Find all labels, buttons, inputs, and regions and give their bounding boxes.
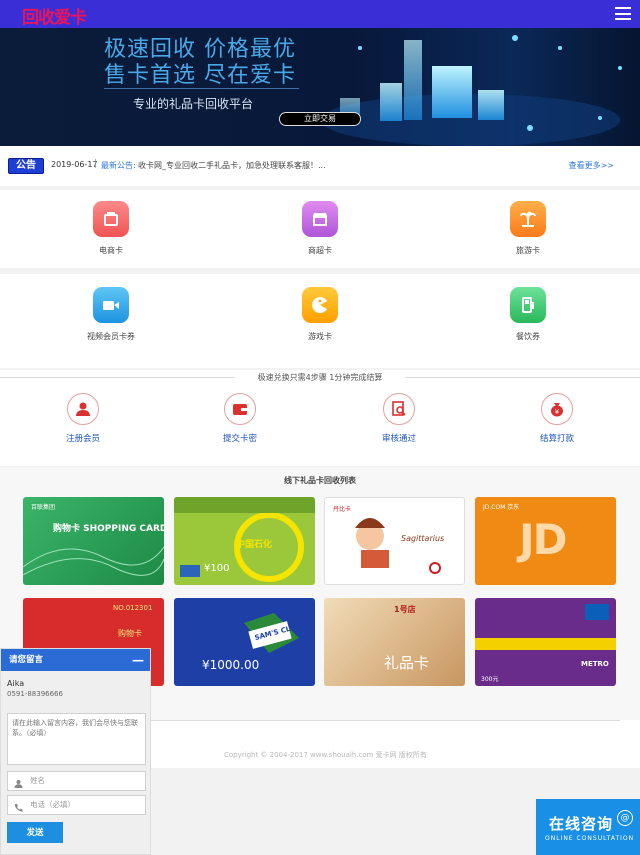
card-brand: JD.COM 京东: [483, 504, 520, 511]
category-label: 餐饮券: [516, 332, 540, 341]
minimize-icon[interactable]: —: [132, 649, 144, 671]
step-label: 注册会员: [65, 434, 100, 444]
category-label: 电商卡: [99, 246, 123, 255]
category-row-1: 电商卡 商超卡 旅游卡: [0, 190, 640, 268]
site-logo[interactable]: 回收爱卡: [22, 3, 87, 28]
banner-headline-2: 售卡首选 尽在爱卡: [104, 63, 296, 88]
top-header: 回收爱卡: [0, 0, 640, 28]
card-name: 中国石化: [236, 540, 273, 550]
store-icon: [302, 201, 338, 237]
category-label: 旅游卡: [516, 246, 540, 255]
chat-icon: @: [617, 810, 633, 826]
step-payout[interactable]: ¥ 结算打款: [517, 393, 597, 444]
consult-title: 在线咨询: [549, 815, 614, 833]
footer-divider: [150, 720, 620, 721]
step-label: 提交卡密: [222, 434, 257, 444]
banner-divider: [104, 88, 299, 89]
card-value: ¥1000.00: [202, 658, 260, 672]
announcement-bar: 公告 2019-06-17 | 最新公告: 收卡网_专业回收二手礼品卡，加急处理…: [0, 146, 640, 186]
card-name: METRO: [581, 660, 609, 668]
card-name: 购物卡: [118, 629, 142, 638]
phone-input[interactable]: 电话（必填）: [7, 795, 146, 815]
cart-icon: [93, 201, 129, 237]
card-name: JD: [519, 515, 567, 564]
hamburger-menu-icon[interactable]: [615, 7, 631, 20]
step-submit-card[interactable]: 提交卡密: [200, 393, 280, 444]
leave-message-title: 请您留言: [9, 655, 44, 665]
fuel-icon: [510, 287, 546, 323]
category-supermarket-card[interactable]: 商超卡: [275, 201, 365, 256]
card-brand: 百联集团: [31, 504, 56, 511]
category-game-card[interactable]: 游戏卡: [275, 287, 365, 342]
card-brand: 丹比卡: [333, 506, 352, 513]
online-consult-button[interactable]: 在线咨询 @ ONLINE CONSULTATION: [536, 799, 640, 855]
wallet-icon: [224, 393, 256, 425]
phone-placeholder: 电话（必填）: [30, 800, 75, 809]
giftcard-bailian[interactable]: 百联集团 购物卡 SHOPPING CARD: [23, 497, 164, 585]
user-icon: [14, 777, 23, 795]
leave-message-header[interactable]: 请您留言 —: [1, 649, 150, 671]
category-row-2: 视频会员卡券 游戏卡 餐饮券: [0, 274, 640, 368]
steps-title: 极速兑换只需4步骤 1分钟完成结算: [257, 373, 383, 382]
notice-separator: |: [94, 159, 98, 169]
card-name: 购物卡 SHOPPING CARD: [53, 524, 164, 534]
giftcard-yhd[interactable]: 1号店 礼品卡: [324, 598, 465, 686]
category-ecommerce-card[interactable]: 电商卡: [66, 201, 156, 256]
step-register[interactable]: 注册会员: [43, 393, 123, 444]
name-input[interactable]: 姓名: [7, 771, 146, 791]
card-value: 300元: [481, 676, 499, 683]
card-brand: 1号店: [394, 605, 416, 614]
giftcard-metro[interactable]: METRO 300元: [475, 598, 616, 686]
giftcard-jd[interactable]: JD.COM 京东 JD: [475, 497, 616, 585]
step-label: 结算打款: [539, 434, 574, 444]
category-travel-card[interactable]: 旅游卡: [483, 201, 573, 256]
view-more-link[interactable]: 查看更多>>: [569, 160, 614, 171]
card-number: NO.012301: [113, 604, 153, 612]
notice-date: 2019-06-17: [51, 160, 98, 169]
pacman-icon: [302, 287, 338, 323]
message-textarea[interactable]: [7, 713, 146, 765]
svg-text:¥: ¥: [555, 408, 560, 416]
giftcard-sams[interactable]: SAM'S CLUB ¥1000.00: [174, 598, 315, 686]
agent-name: Aika: [7, 679, 25, 688]
card-value: ¥100: [204, 563, 230, 574]
step-review[interactable]: 审核通过: [359, 393, 439, 444]
step-label: 审核通过: [381, 434, 416, 444]
leave-message-panel: 请您留言 — Aika 0591-88396666 姓名 电话（必填） 发送: [0, 648, 151, 855]
search-doc-icon: [383, 393, 415, 425]
category-label: 商超卡: [308, 246, 332, 255]
copyright-text: Copyright © 2004-2017 www.shouaih.com 爱卡…: [224, 751, 427, 759]
banner-illustration: [320, 35, 622, 146]
card-name: Sagittarius: [401, 534, 445, 543]
video-camera-icon: [93, 287, 129, 323]
process-steps: 极速兑换只需4步骤 1分钟完成结算 注册会员 提交卡密 审核通过 ¥ 结算打款: [0, 370, 640, 466]
notice-badge: 公告: [8, 158, 44, 174]
money-bag-icon: ¥: [541, 393, 573, 425]
user-icon: [67, 393, 99, 425]
name-placeholder: 姓名: [30, 776, 45, 785]
category-dining-voucher[interactable]: 餐饮券: [483, 287, 573, 342]
category-video-vip-card[interactable]: 视频会员卡券: [66, 287, 156, 342]
category-label: 视频会员卡券: [87, 332, 135, 341]
banner-subtitle: 专业的礼品卡回收平台: [133, 97, 254, 111]
send-button[interactable]: 发送: [7, 822, 63, 843]
hero-banner: 极速回收 价格最优 售卡首选 尽在爱卡 专业的礼品卡回收平台 立即交易: [0, 28, 640, 146]
consult-subtitle: ONLINE CONSULTATION: [545, 835, 635, 842]
card-name: 礼品卡: [384, 654, 430, 672]
agent-phone: 0591-88396666: [7, 690, 63, 698]
palm-tree-icon: [510, 201, 546, 237]
notice-text[interactable]: 收卡网_专业回收二手礼品卡，加急处理联系客服！...: [138, 160, 326, 171]
phone-icon: [14, 801, 23, 819]
giftcard-sagittarius[interactable]: 丹比卡 Sagittarius: [324, 497, 465, 585]
category-label: 游戏卡: [308, 332, 332, 341]
notice-label: 最新公告:: [101, 161, 136, 170]
trade-now-button[interactable]: 立即交易: [279, 112, 361, 126]
giftcard-sinopec[interactable]: 中国石化 ¥100: [174, 497, 315, 585]
giftcard-list-title: 线下礼品卡回收列表: [284, 476, 356, 485]
